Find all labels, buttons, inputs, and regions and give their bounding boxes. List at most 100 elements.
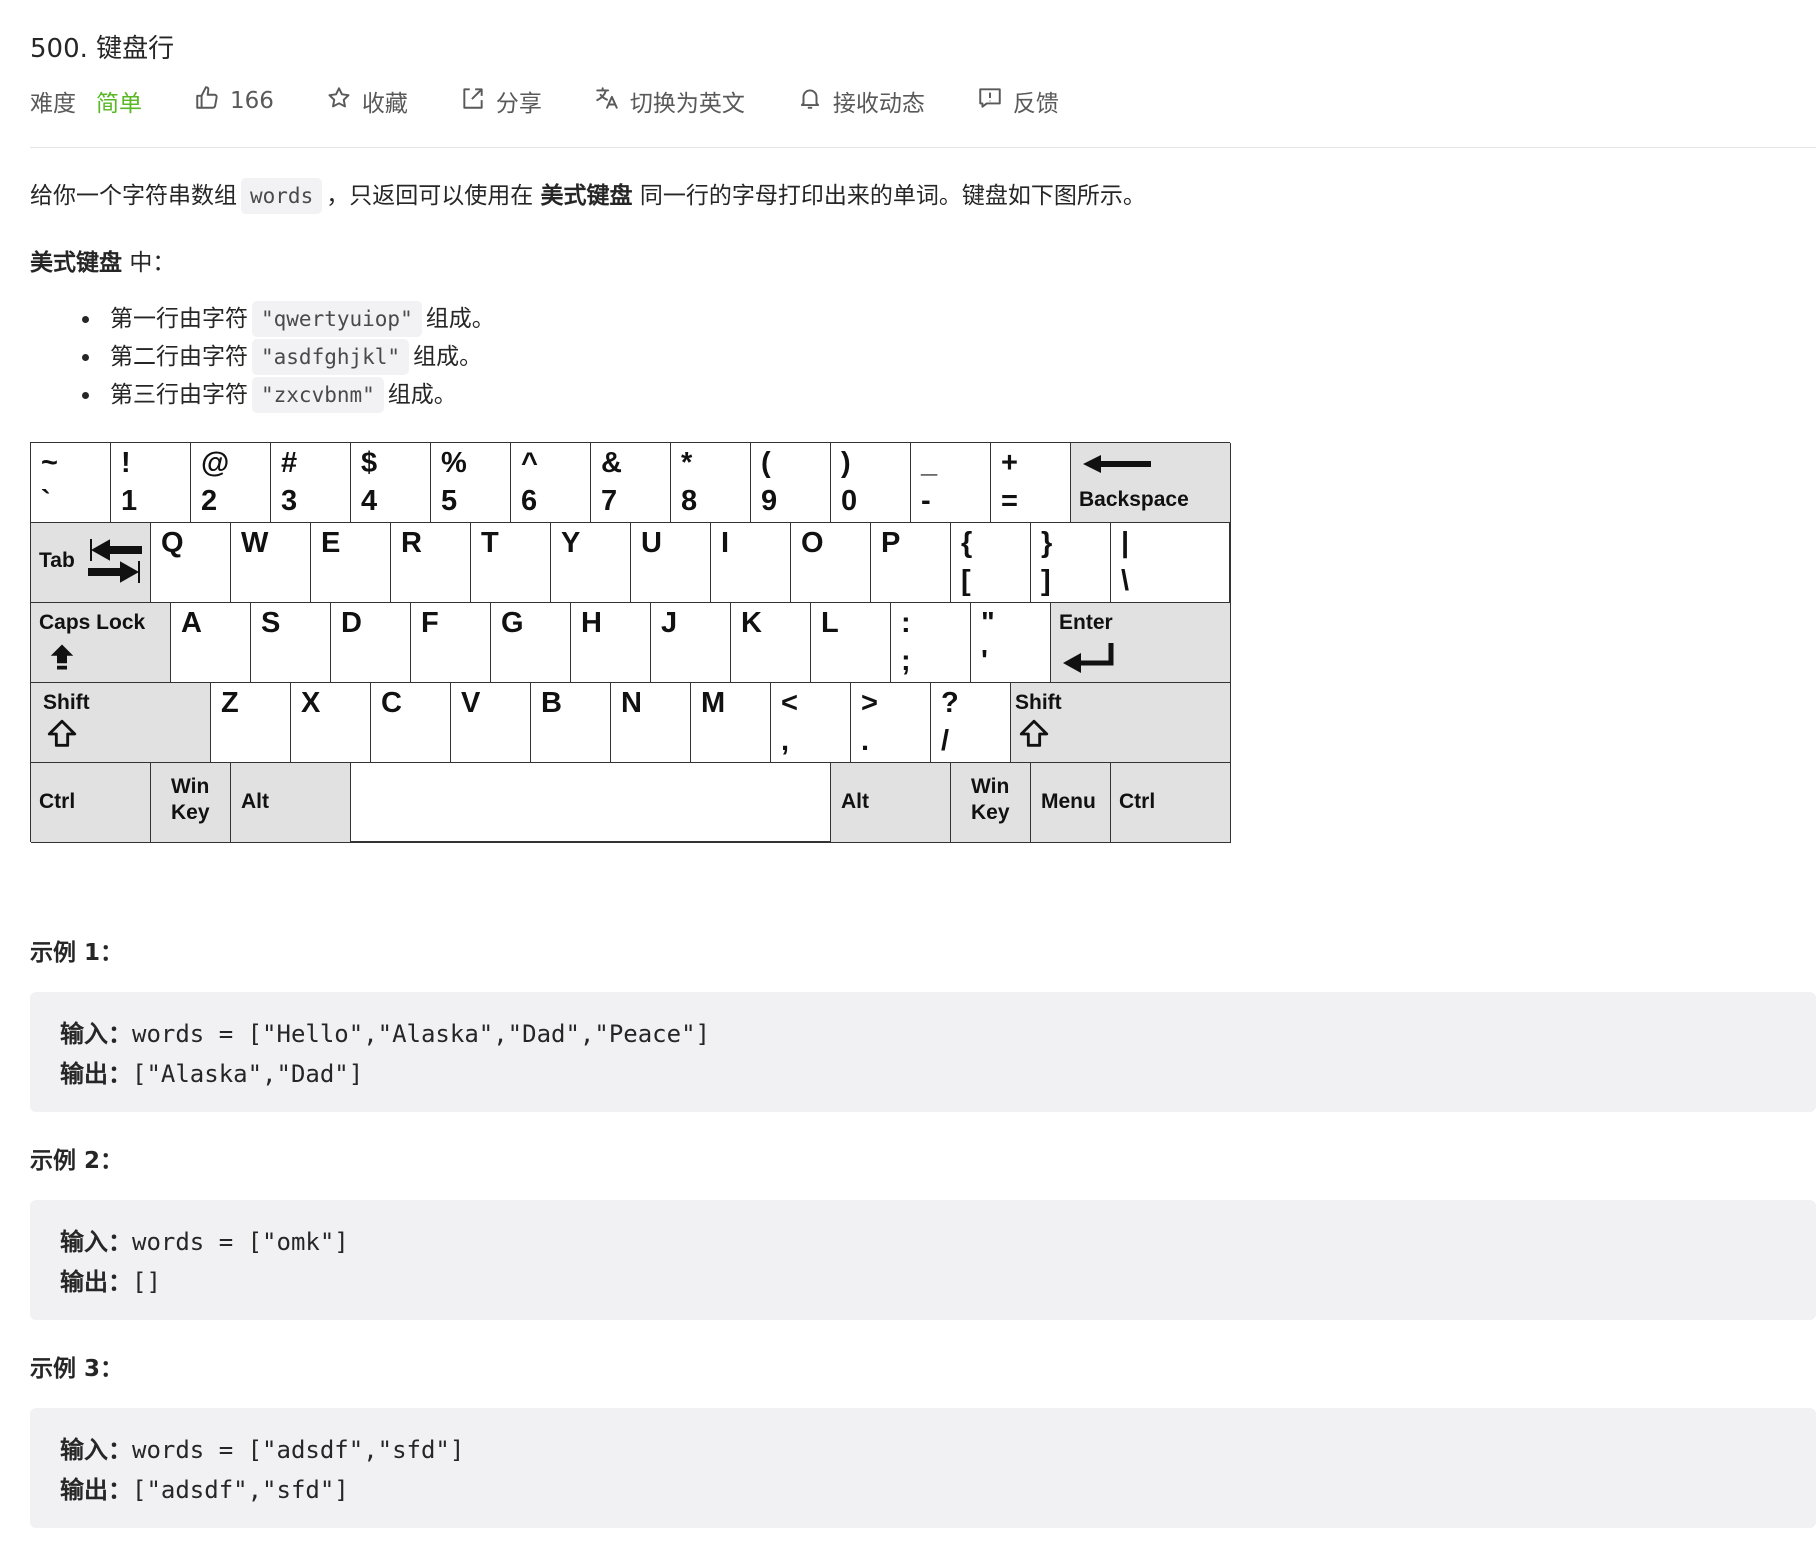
list-item: 第三行由字符 "zxcvbnm" 组成。 <box>30 376 495 414</box>
star-icon <box>326 85 362 117</box>
list-item: 第二行由字符 "asdfghjkl" 组成。 <box>30 338 495 376</box>
key-label: J <box>661 607 678 639</box>
bold-text: 美式键盘 <box>30 250 122 276</box>
key-label: E <box>321 527 341 559</box>
problem-toolbar: 难度 简单 166 收藏 分享 切换为英文 接收动态 反馈 <box>30 83 1111 119</box>
key-letter: N <box>611 683 691 763</box>
enter-arrow-icon <box>1061 641 1117 678</box>
key-label: G <box>501 607 524 639</box>
key-label: V <box>461 687 481 719</box>
list-item: 第一行由字符 "qwertyuiop" 组成。 <box>30 300 495 338</box>
key-label: N <box>621 687 642 719</box>
key-label: A <box>181 607 202 639</box>
difficulty-value: 简单 <box>96 91 142 117</box>
key-label: Z <box>221 687 239 719</box>
bell-icon <box>797 85 833 117</box>
output-label: 输出： <box>60 1476 132 1504</box>
row-list: 第一行由字符 "qwertyuiop" 组成。 第二行由字符 "asdfghjkl" 组… <box>30 300 495 414</box>
input-value: words = ["omk"] <box>132 1228 349 1256</box>
key-symbol: (9 <box>751 443 831 523</box>
key-symbol: {[ <box>951 523 1031 603</box>
key-label: Ctrl <box>39 790 76 813</box>
inline-code: "zxcvbnm" <box>252 377 384 413</box>
output-value: ["adsdf","sfd"] <box>132 1476 349 1504</box>
subheading-text: 中： <box>129 250 176 276</box>
key-label: Y <box>561 527 581 559</box>
key-letter: A <box>171 603 251 683</box>
key-label: F <box>421 607 439 639</box>
inline-code: words <box>241 178 323 214</box>
list-item-text: 组成。 <box>425 306 495 332</box>
key-label: U <box>641 527 662 559</box>
key-label: Ctrl <box>1119 790 1156 813</box>
thumbs-up-icon <box>194 85 230 117</box>
key-letter: K <box>731 603 811 683</box>
key-symbol: + = <box>991 443 1071 523</box>
key-label: , <box>781 725 790 757</box>
key-label: ^ <box>521 447 538 479</box>
key-alt-left: Alt <box>231 763 351 843</box>
input-label: 输入： <box>60 1436 132 1464</box>
key-label: Q <box>161 527 184 559</box>
input-label: 输入： <box>60 1228 132 1256</box>
key-label: \ <box>1121 565 1130 597</box>
key-letter: Q <box>151 523 231 603</box>
share-button[interactable]: 分享 <box>460 84 542 118</box>
divider <box>30 147 1816 148</box>
key-label: ' <box>981 645 988 677</box>
list-item-text: 第三行由字符 <box>110 382 248 408</box>
key-symbol: ? / <box>931 683 1011 763</box>
example-block: 输入：words = ["adsdf","sfd"] 输出：["adsdf","… <box>30 1408 1816 1528</box>
key-label: Shift <box>1015 691 1062 714</box>
list-item-text: 第一行由字符 <box>110 306 248 332</box>
caps-lock-arrow-icon <box>47 641 77 678</box>
example-block: 输入：words = ["omk"] 输出：[] <box>30 1200 1816 1320</box>
key-label: 6 <box>521 485 538 517</box>
list-item-text: 组成。 <box>387 382 457 408</box>
key-letter: X <box>291 683 371 763</box>
switch-language-button[interactable]: 切换为英文 <box>594 84 745 118</box>
key-label: $ <box>361 447 378 479</box>
key-menu: Menu <box>1031 763 1111 843</box>
feedback-icon <box>977 85 1013 117</box>
key-label: 7 <box>601 485 618 517</box>
key-label: L <box>821 607 839 639</box>
inline-code: "qwertyuiop" <box>252 301 422 337</box>
share-label: 分享 <box>495 91 542 117</box>
key-label: R <box>401 527 422 559</box>
key-win-right: Win Key <box>951 763 1031 843</box>
key-symbol: " ' <box>971 603 1051 683</box>
key-shift-left: Shift <box>31 683 211 763</box>
key-label: Caps Lock <box>39 611 146 634</box>
key-label: H <box>581 607 602 639</box>
key-label: Shift <box>43 691 90 714</box>
key-symbol: @2 <box>191 443 271 523</box>
key-label: > <box>861 687 878 719</box>
switch-language-label: 切换为英文 <box>629 91 745 117</box>
key-label: 0 <box>841 485 858 517</box>
key-alt-right: Alt <box>831 763 951 843</box>
key-letter: Y <box>551 523 631 603</box>
feedback-button[interactable]: 反馈 <box>977 84 1059 118</box>
intro-text: 同一行的字母打印出来的单词。键盘如下图所示。 <box>639 183 1146 209</box>
example-block: 输入：words = ["Hello","Alaska","Dad","Peac… <box>30 992 1816 1112</box>
subscribe-button[interactable]: 接收动态 <box>797 84 925 118</box>
key-label: } <box>1041 527 1053 559</box>
key-label: B <box>541 687 562 719</box>
key-symbol: % 5 <box>431 443 511 523</box>
key-label: Key <box>171 801 210 824</box>
example-title: 示例 2： <box>30 1148 124 1174</box>
key-label: & <box>601 447 622 479</box>
key-letter: Z <box>211 683 291 763</box>
key-label: ! <box>121 447 131 479</box>
key-label: @ <box>201 447 230 479</box>
bold-text: 美式键盘 <box>540 183 633 209</box>
intro-text: 给你一个字符串数组 <box>30 183 237 209</box>
key-letter: O <box>791 523 871 603</box>
output-value: ["Alaska","Dad"] <box>132 1060 364 1088</box>
favorite-button[interactable]: 收藏 <box>326 84 408 118</box>
key-label: + <box>1001 447 1018 479</box>
like-button[interactable]: 166 <box>194 85 274 117</box>
key-label: Menu <box>1041 790 1096 813</box>
key-letter: E <box>311 523 391 603</box>
